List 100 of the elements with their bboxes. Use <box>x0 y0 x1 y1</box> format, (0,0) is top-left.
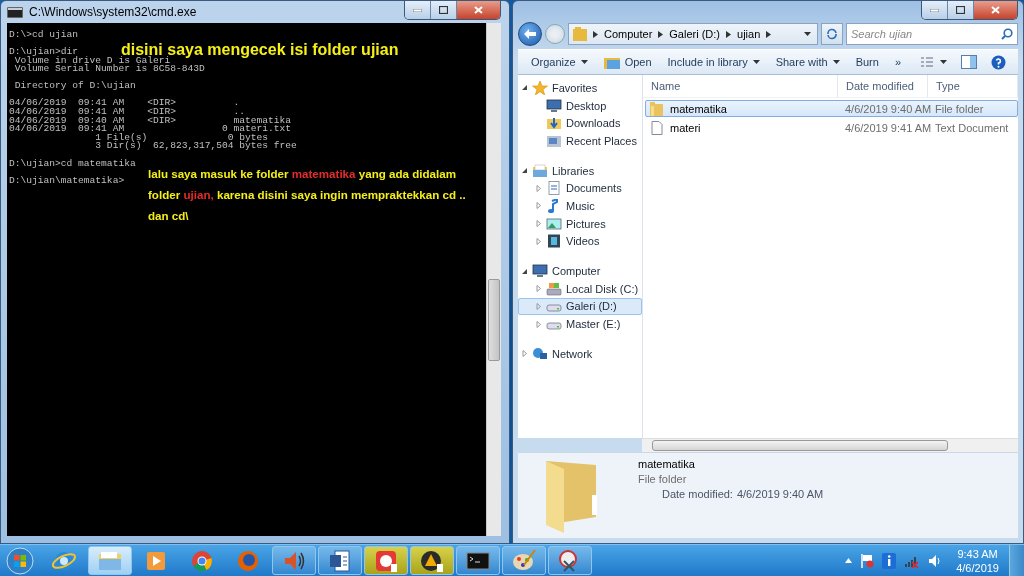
refresh-arrows-icon <box>826 28 838 40</box>
expanded-triangle-icon[interactable] <box>521 84 528 92</box>
vertical-scrollbar[interactable] <box>486 23 501 536</box>
nav-item[interactable]: Libraries <box>518 161 642 180</box>
open-folder-icon <box>603 55 620 69</box>
back-button[interactable] <box>518 22 542 46</box>
refresh-button[interactable] <box>821 23 843 45</box>
help-icon <box>991 54 1006 70</box>
detail-value: 4/6/2019 9:40 AM <box>736 488 824 500</box>
console-line: 3 Dir(s) 62,823,317,504 bytes free <box>94 142 297 152</box>
column-header[interactable]: Type <box>928 75 1018 97</box>
chevron-icon[interactable] <box>593 30 598 38</box>
taskbar-app-button[interactable] <box>410 546 454 575</box>
collapsed-triangle-icon[interactable] <box>535 237 542 245</box>
collapsed-triangle-icon[interactable] <box>521 350 528 358</box>
toolbar-button[interactable]: Organize <box>524 51 595 73</box>
collapsed-triangle-icon[interactable] <box>535 285 542 293</box>
maximize-icon <box>439 6 448 14</box>
nav-item[interactable]: Pictures <box>518 214 642 233</box>
document-icon <box>327 548 353 573</box>
search-icon <box>1001 28 1013 40</box>
collapsed-triangle-icon[interactable] <box>535 202 542 210</box>
expanded-triangle-icon[interactable] <box>521 267 528 275</box>
recent-places-icon <box>546 133 562 148</box>
nav-item[interactable]: Desktop <box>518 96 642 115</box>
close-button[interactable] <box>974 1 1017 19</box>
chevron-icon[interactable] <box>658 30 664 38</box>
console-line: Directory of D:\ujian <box>13 82 136 91</box>
breadcrumb-item[interactable]: Computer <box>604 28 653 40</box>
speaker-icon[interactable] <box>928 553 943 568</box>
maximize-button[interactable] <box>431 1 457 19</box>
nav-item[interactable]: Videos <box>518 232 642 251</box>
window-title: C:\Windows\system32\cmd.exe <box>29 5 197 19</box>
taskbar-app-button[interactable] <box>548 546 592 575</box>
monitor-icon <box>532 264 548 279</box>
console-line: 04/06/2019 09:41 AM 0 materi.txt <box>9 125 292 134</box>
console-line: 04/06/2019 09:41 AM <DIR> .. <box>9 108 246 117</box>
close-icon <box>991 6 1000 14</box>
taskbar-app-button[interactable] <box>456 546 500 575</box>
drive-icon <box>546 281 562 296</box>
nav-item[interactable]: Master (E:) <box>518 315 642 333</box>
chevron-icon[interactable] <box>766 30 772 38</box>
list-view-icon <box>921 56 947 68</box>
maximize-button[interactable] <box>948 1 974 19</box>
info-icon[interactable] <box>882 552 897 569</box>
library-folder-icon <box>532 163 548 178</box>
taskbar-app-button[interactable] <box>318 546 362 575</box>
network-icon <box>532 346 548 361</box>
caret-icon <box>580 60 588 64</box>
windows-orb-icon <box>6 546 34 575</box>
toolbar-button[interactable]: Include in library <box>660 51 767 73</box>
nav-item[interactable]: Local Disk (C:) <box>518 279 642 298</box>
flag-icon[interactable] <box>860 552 875 569</box>
collapsed-triangle-icon[interactable] <box>535 184 542 192</box>
nav-item[interactable]: Favorites <box>518 79 642 97</box>
console-line: D:\ujian>dir <box>9 48 79 57</box>
address-bar[interactable]: Computer Galeri (D:) ujian <box>568 23 818 45</box>
left-arrow-icon <box>523 28 537 40</box>
up-arrow-icon[interactable] <box>845 558 853 563</box>
palette-icon <box>511 548 537 573</box>
collapsed-triangle-icon[interactable] <box>535 220 542 228</box>
file-row[interactable]: materi 4/6/2019 9:41 AM Text Document <box>645 119 1018 136</box>
clock-button[interactable]: 9:43 AM 4/6/2019 <box>950 546 999 575</box>
search-field[interactable]: Search ujian <box>846 23 1018 45</box>
caret-icon[interactable] <box>804 32 811 36</box>
expanded-triangle-icon[interactable] <box>521 167 528 175</box>
breadcrumb-item[interactable]: Galeri (D:) <box>669 28 721 40</box>
console-line: 1 File(s) 0 bytes <box>94 133 269 143</box>
file-row[interactable]: matematika 4/6/2019 9:40 AM File folder <box>645 100 1018 117</box>
document-icon <box>546 181 562 196</box>
annotation-text: lalu saya masuk ke folder matematika yang ada didalam folder ujian, karena disini saya ingin mempraktekkan cd .. dan cd\ <box>148 166 467 224</box>
horizontal-scrollbar[interactable] <box>642 438 1018 452</box>
nav-item[interactable]: Galeri (D:) <box>518 297 642 316</box>
star-icon <box>532 80 548 95</box>
download-folder-icon <box>546 116 562 131</box>
collapsed-triangle-icon[interactable] <box>535 320 542 328</box>
text-file-icon <box>650 120 664 135</box>
nav-item[interactable]: Network <box>518 344 642 363</box>
folder-icon <box>650 101 664 116</box>
breadcrumb-item[interactable]: ujian <box>737 28 761 40</box>
nav-item[interactable]: Computer <box>518 262 642 280</box>
nav-item[interactable]: Downloads <box>518 114 642 133</box>
close-button[interactable] <box>457 1 500 19</box>
show-desktop-button[interactable] <box>1009 545 1024 576</box>
column-header[interactable]: Date modified <box>838 75 928 97</box>
nav-item[interactable]: Documents <box>518 179 642 198</box>
pane-icon <box>961 55 977 69</box>
toolbar-button[interactable]: Share with <box>768 51 847 73</box>
toolbar-button[interactable]: Open <box>596 51 659 73</box>
toolbar-button[interactable]: » <box>887 51 908 73</box>
caret-icon <box>832 60 840 64</box>
chevron-icon[interactable] <box>726 30 732 38</box>
detail-type: File folder <box>638 473 688 485</box>
maximize-icon <box>956 6 965 14</box>
console-line: D:\ujian>cd matematika <box>9 159 136 169</box>
column-header[interactable]: Name <box>643 75 838 97</box>
nav-item[interactable]: Recent Places <box>518 132 642 150</box>
nav-item[interactable]: Music <box>518 197 642 215</box>
console-line: D:\>cd ujian <box>9 31 79 40</box>
toolbar-button[interactable]: Burn <box>848 51 886 73</box>
